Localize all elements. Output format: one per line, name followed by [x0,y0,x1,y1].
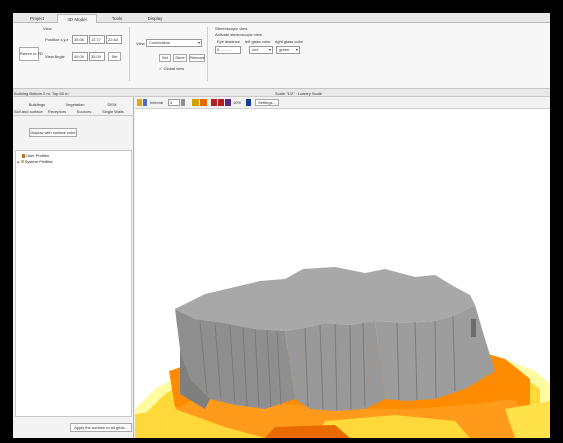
return-to-2d-button[interactable]: Return to 2D [19,47,43,61]
palette-icon[interactable] [137,99,142,106]
tree-item-system-profiles[interactable]: ⊞ System Profiles [17,159,53,164]
fill-icon-3[interactable] [225,99,231,106]
view-angle-label: View Angle [45,54,65,59]
right-glass-select[interactable]: green ▾ [276,46,300,54]
tab-project[interactable]: Project [19,14,55,23]
tree-item-user-profiles[interactable]: User Profiles [22,153,49,158]
ribbon-separator [129,27,130,81]
eye-distance-slider[interactable]: 0........... [215,46,241,54]
view-angle-2-input[interactable]: 35.00 [89,52,105,61]
settings-button[interactable]: Settings... [255,99,279,106]
ribbon: View Return to 2D Position x,y,z 35.06 1… [13,23,550,89]
tree-item-label: System Profiles [24,159,53,164]
blue-icon[interactable] [246,99,251,106]
viewport-toolbar: Interval 3 10% Settings... [135,97,550,109]
right-glass-label: right glass color [275,39,304,44]
remove-view-button[interactable]: Remove [189,54,205,62]
tab-display[interactable]: Display [137,14,173,23]
chevron-down-icon: ▾ [197,40,200,45]
tab-sources[interactable]: Sources [73,109,95,114]
ribbon-separator-2 [207,27,208,81]
interval-label: Interval [150,100,164,105]
status-bar: Building Bottom 0 m, Top 60 m Scale "1/2… [13,89,550,97]
tab-soil-surface[interactable]: Soil and surface [14,109,43,114]
left-panel: Buildings Vegetation DEM Soil and surfac… [13,97,134,438]
global-view-checkbox[interactable]: ✓ Global view [159,66,184,71]
layer-icon[interactable] [143,99,147,106]
folder-icon [20,160,24,164]
envi-met-window: Project 3D Model Tools Display View Retu… [13,13,550,438]
status-building-text: Building Bottom 0 m, Top 60 m [14,91,69,96]
position-y-input[interactable]: 12.77 [89,35,105,44]
tab-receptors[interactable]: Receptors [45,109,69,114]
menu-tabs: Project 3D Model Tools Display [13,13,550,23]
display-surface-color-button[interactable]: Display with surface color [29,128,77,137]
stereo-group-label: Stereoscopic view [215,26,248,31]
position-z-input[interactable]: 22.63 [106,35,122,44]
tree-item-label: User Profiles [26,153,50,158]
store-view-button[interactable]: Store [173,54,187,62]
spinner-icon[interactable] [181,99,185,106]
tab-buildings[interactable]: Buildings [27,102,47,107]
chevron-down-icon: ▾ [268,47,271,52]
3d-viewport[interactable] [135,109,550,438]
stereo-activate-checkbox[interactable]: Activate stereoscopic view [215,32,262,37]
tab-divider [13,115,134,116]
left-glass-select[interactable]: red ▾ [249,46,273,54]
eye-distance-label: Eye distance [217,39,240,44]
tab-vegetation[interactable]: Vegetation [63,102,87,107]
status-scale-text: Scale "1/2" : Lowery Scale [275,91,322,96]
building-window-dark [471,319,476,337]
left-glass-label: left glass color [245,39,271,44]
profiles-tree[interactable]: User Profiles ⊞ System Profiles [15,150,132,417]
left-glass-value: red [252,47,258,52]
set-angle-button[interactable]: Set [108,52,121,61]
fill-icon-2[interactable] [218,99,224,106]
opacity-label: 10% [233,100,242,105]
folder-icon [22,153,25,158]
tab-tools[interactable]: Tools [99,14,135,23]
set-view-button[interactable]: Set [159,54,171,62]
view-label: View [136,41,145,46]
tab-3d-model[interactable]: 3D Model [57,14,97,23]
interval-input[interactable]: 3 [168,99,180,106]
fill-icon[interactable] [211,99,217,106]
view-group-label: View [43,26,52,31]
expand-icon[interactable]: ⊞ [17,160,20,164]
ground-dark-orange [265,425,350,438]
position-label: Position x,y,z [45,37,69,42]
apply-surface-all-grids-button[interactable]: Apply the surface to all grids... [70,423,132,432]
color-scale-icon-2[interactable] [200,99,207,106]
tab-single-walls[interactable]: Single Walls [99,109,127,114]
3d-scene [135,267,550,438]
right-glass-value: green [279,47,290,52]
tab-dem[interactable]: DEM [105,102,119,107]
view-select[interactable]: Contextless ▾ [146,39,202,47]
view-select-value: Contextless [149,40,170,45]
chevron-down-icon: ▾ [295,47,298,52]
position-x-input[interactable]: 35.06 [72,35,88,44]
view-angle-1-input[interactable]: 49.00 [72,52,88,61]
color-scale-icon[interactable] [192,99,199,106]
